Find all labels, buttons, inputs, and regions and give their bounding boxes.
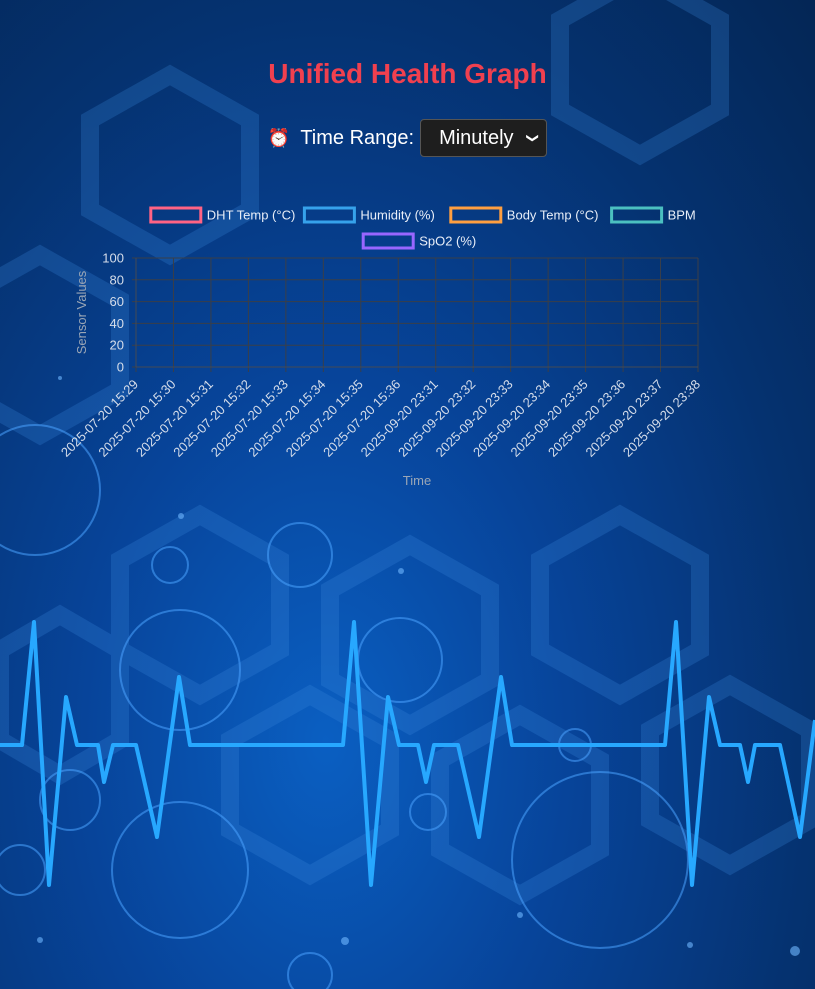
- time-range-select[interactable]: Minutely ❯: [420, 119, 548, 157]
- y-tick-label: 100: [102, 251, 124, 266]
- legend-label: DHT Temp (°C): [207, 208, 296, 223]
- legend-item[interactable]: BPM: [610, 206, 696, 224]
- legend-item[interactable]: SpO2 (%): [361, 232, 476, 250]
- legend-swatch: [361, 232, 415, 250]
- legend-item[interactable]: Humidity (%): [302, 206, 435, 224]
- legend-label: SpO2 (%): [419, 234, 476, 249]
- time-range-label: Time Range:: [300, 126, 415, 149]
- legend-swatch: [149, 206, 203, 224]
- legend-swatch: [302, 206, 356, 224]
- legend-item[interactable]: DHT Temp (°C): [149, 206, 296, 224]
- legend-label: Humidity (%): [360, 208, 434, 223]
- y-tick-label: 20: [110, 338, 124, 353]
- y-tick-label: 0: [117, 360, 124, 375]
- x-axis-title: Time: [403, 473, 431, 488]
- legend-swatch: [610, 206, 664, 224]
- legend-swatch: [449, 206, 503, 224]
- unified-health-chart: DHT Temp (°C) Humidity (%) Body Temp (°C) B…: [58, 206, 703, 488]
- page-title: Unified Health Graph: [268, 58, 547, 89]
- y-tick-label: 40: [110, 316, 124, 331]
- legend-label: Body Temp (°C): [507, 208, 599, 223]
- time-range-row: ⏰ Time Range: Minutely ❯: [0, 119, 815, 157]
- time-range-selected-value: Minutely: [439, 126, 514, 149]
- y-tick-label: 60: [110, 294, 124, 309]
- legend-item[interactable]: Body Temp (°C): [449, 206, 599, 224]
- legend-label: BPM: [668, 208, 696, 223]
- alarm-clock-icon: ⏰: [267, 127, 291, 148]
- y-tick-label: 80: [110, 272, 124, 287]
- y-axis-title: Sensor Values: [74, 270, 89, 354]
- chevron-down-icon: ❯: [526, 132, 541, 144]
